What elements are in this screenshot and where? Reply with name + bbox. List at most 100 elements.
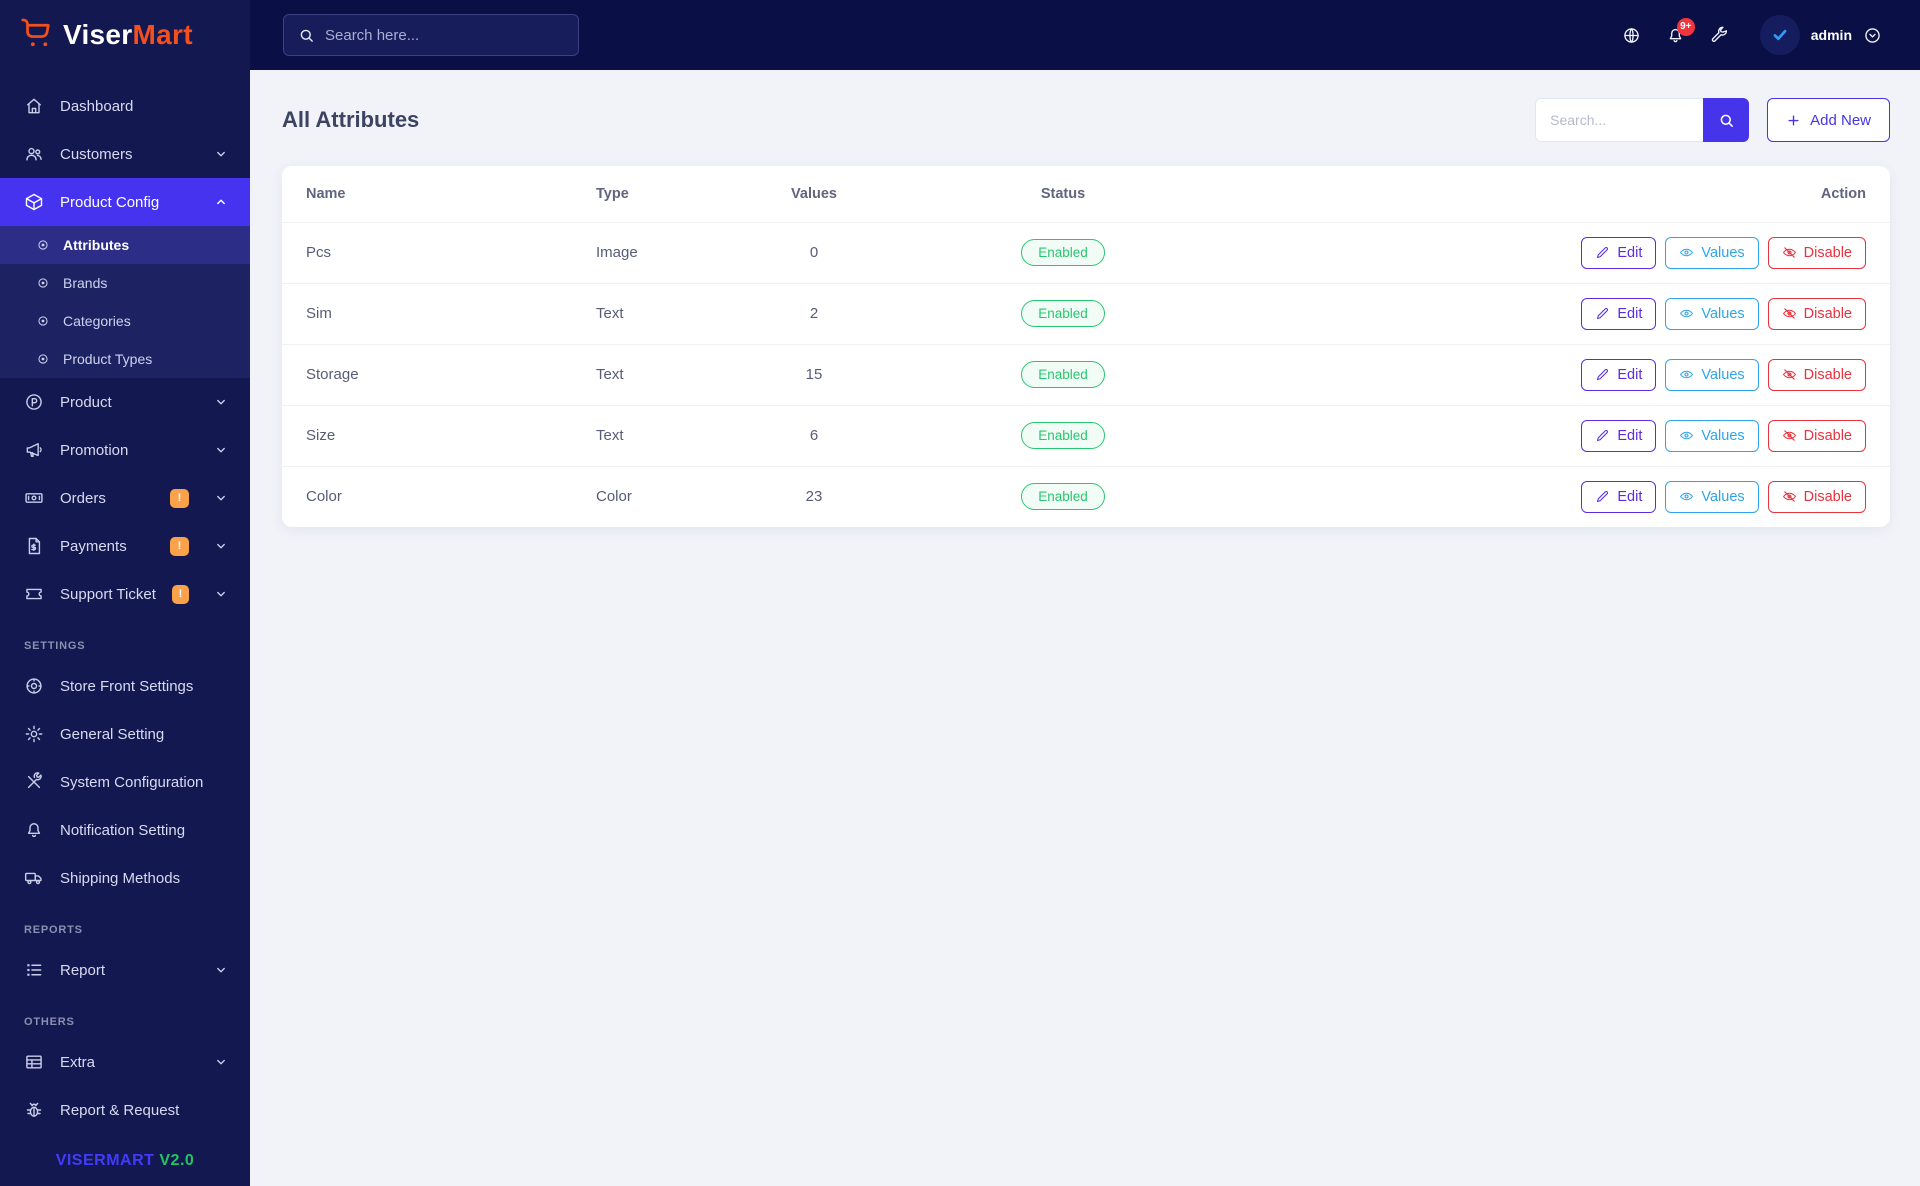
cell-values: 2 (722, 282, 906, 344)
home-icon (24, 96, 44, 116)
sidebar-subitem-categories[interactable]: Categories (0, 302, 250, 340)
sidebar-item-general-setting[interactable]: General Setting (0, 710, 250, 758)
table-row: Sim Text 2 Enabled Edit Values Disable (282, 282, 1890, 344)
attributes-card: Name Type Values Status Action Pcs Image… (282, 166, 1890, 527)
globe-icon[interactable] (1622, 26, 1641, 45)
cell-name: Color (282, 465, 572, 527)
sidebar-item-payments[interactable]: Payments ! (0, 522, 250, 570)
circle-dot-icon (36, 314, 50, 328)
sidebar-item-notification-setting[interactable]: Notification Setting (0, 806, 250, 854)
support-alert-badge: ! (171, 584, 189, 604)
table-search-button[interactable] (1703, 98, 1750, 142)
status-badge: Enabled (1021, 300, 1105, 327)
sidebar-subitem-attributes[interactable]: Attributes (0, 226, 250, 264)
table-header-row: Name Type Values Status Action (282, 166, 1890, 222)
eye-icon (1680, 309, 1694, 318)
sidebar-item-store-front-settings[interactable]: Store Front Settings (0, 662, 250, 710)
wrench-icon[interactable] (1710, 26, 1729, 45)
edit-button[interactable]: Edit (1581, 297, 1657, 330)
pencil-icon (1597, 429, 1609, 442)
sidebar-item-promotion[interactable]: Promotion (0, 426, 250, 474)
chevron-down-icon (214, 539, 228, 553)
table-row: Color Color 23 Enabled Edit Values Disab… (282, 465, 1890, 527)
header-actions: 9+ admin (1622, 15, 1882, 55)
sidebar-item-shipping-methods[interactable]: Shipping Methods (0, 854, 250, 902)
pencil-icon (1597, 368, 1609, 381)
sidebar-item-system-configuration[interactable]: System Configuration (0, 758, 250, 806)
avatar (1759, 15, 1800, 55)
page-head-actions: Add New (1535, 98, 1890, 142)
circle-dot-icon (36, 276, 50, 290)
tools-icon (24, 772, 44, 792)
edit-button[interactable]: Edit (1581, 419, 1657, 452)
status-badge: Enabled (1021, 361, 1105, 388)
notifications-button[interactable]: 9+ (1666, 17, 1695, 45)
sidebar-subitem-brands[interactable]: Brands (0, 264, 250, 302)
table-search-input[interactable] (1535, 98, 1704, 142)
values-button[interactable]: Values (1665, 236, 1759, 269)
table-row: Pcs Image 0 Enabled Edit Values Disable (282, 221, 1890, 283)
sidebar-item-dashboard[interactable]: Dashboard (0, 82, 250, 130)
eye-off-icon (1782, 308, 1796, 319)
chevron-down-icon (214, 395, 228, 409)
app-version: VISERMART V2.0 (55, 1152, 195, 1169)
eye-off-icon (1782, 369, 1796, 380)
disable-button[interactable]: Disable (1767, 297, 1866, 330)
sidebar-nav: Dashboard Customers Product Config Attri… (0, 70, 250, 1186)
product-config-icon (24, 192, 44, 212)
cell-values: 23 (722, 465, 906, 527)
eye-icon (1680, 492, 1694, 501)
col-type: Type (596, 185, 629, 202)
username-label: admin (1810, 27, 1852, 43)
values-button[interactable]: Values (1665, 297, 1759, 330)
values-button[interactable]: Values (1665, 480, 1759, 513)
values-button[interactable]: Values (1665, 419, 1759, 452)
sidebar-item-extra[interactable]: Extra (0, 1038, 250, 1086)
disable-button[interactable]: Disable (1767, 236, 1866, 269)
cart-icon (18, 14, 56, 57)
plus-icon (1788, 114, 1799, 126)
values-button[interactable]: Values (1665, 358, 1759, 391)
page-head: All Attributes Add New (282, 98, 1890, 142)
sidebar-subitem-product-types[interactable]: Product Types (0, 340, 250, 378)
disable-button[interactable]: Disable (1767, 419, 1866, 452)
status-badge: Enabled (1021, 422, 1105, 449)
brand-logo[interactable]: ViserMart (0, 0, 250, 70)
bell-icon (24, 820, 44, 840)
eye-off-icon (1782, 491, 1796, 502)
edit-button[interactable]: Edit (1581, 480, 1657, 513)
sidebar-item-report-request[interactable]: Report & Request (0, 1086, 250, 1134)
chevron-down-icon (214, 587, 228, 601)
disable-button[interactable]: Disable (1767, 480, 1866, 513)
cell-name: Storage (282, 343, 572, 405)
eye-off-icon (1782, 247, 1796, 258)
user-menu[interactable]: admin (1759, 15, 1882, 55)
sidebar-item-orders[interactable]: Orders ! (0, 474, 250, 522)
chevron-down-icon (214, 1055, 228, 1069)
status-badge: Enabled (1021, 483, 1105, 511)
add-new-button[interactable]: Add New (1767, 98, 1890, 142)
gear-icon (24, 724, 44, 744)
cell-name: Pcs (282, 221, 572, 283)
sidebar-item-product[interactable]: Product (0, 378, 250, 426)
product-config-submenu: Attributes Brands Categories Product Typ… (0, 226, 250, 378)
edit-button[interactable]: Edit (1581, 358, 1657, 391)
cell-type: Text (572, 343, 722, 405)
sidebar-item-report[interactable]: Report (0, 946, 250, 994)
truck-icon (24, 868, 44, 888)
top-header: 9+ admin (250, 0, 1920, 70)
global-search-input[interactable] (325, 26, 564, 44)
invoice-icon (24, 536, 44, 556)
sidebar-item-customers[interactable]: Customers (0, 130, 250, 178)
disable-button[interactable]: Disable (1767, 358, 1866, 391)
col-values: Values (791, 185, 837, 202)
table-row: Size Text 6 Enabled Edit Values Disable (282, 404, 1890, 466)
sidebar-item-support-ticket[interactable]: Support Ticket ! (0, 570, 250, 618)
brand-name: ViserMart (63, 19, 193, 50)
sidebar-item-product-config[interactable]: Product Config (0, 178, 250, 226)
edit-button[interactable]: Edit (1581, 236, 1657, 269)
section-settings: SETTINGS (24, 640, 86, 652)
global-search[interactable] (283, 14, 579, 56)
chevron-down-icon (214, 147, 228, 161)
search-icon (298, 27, 315, 44)
